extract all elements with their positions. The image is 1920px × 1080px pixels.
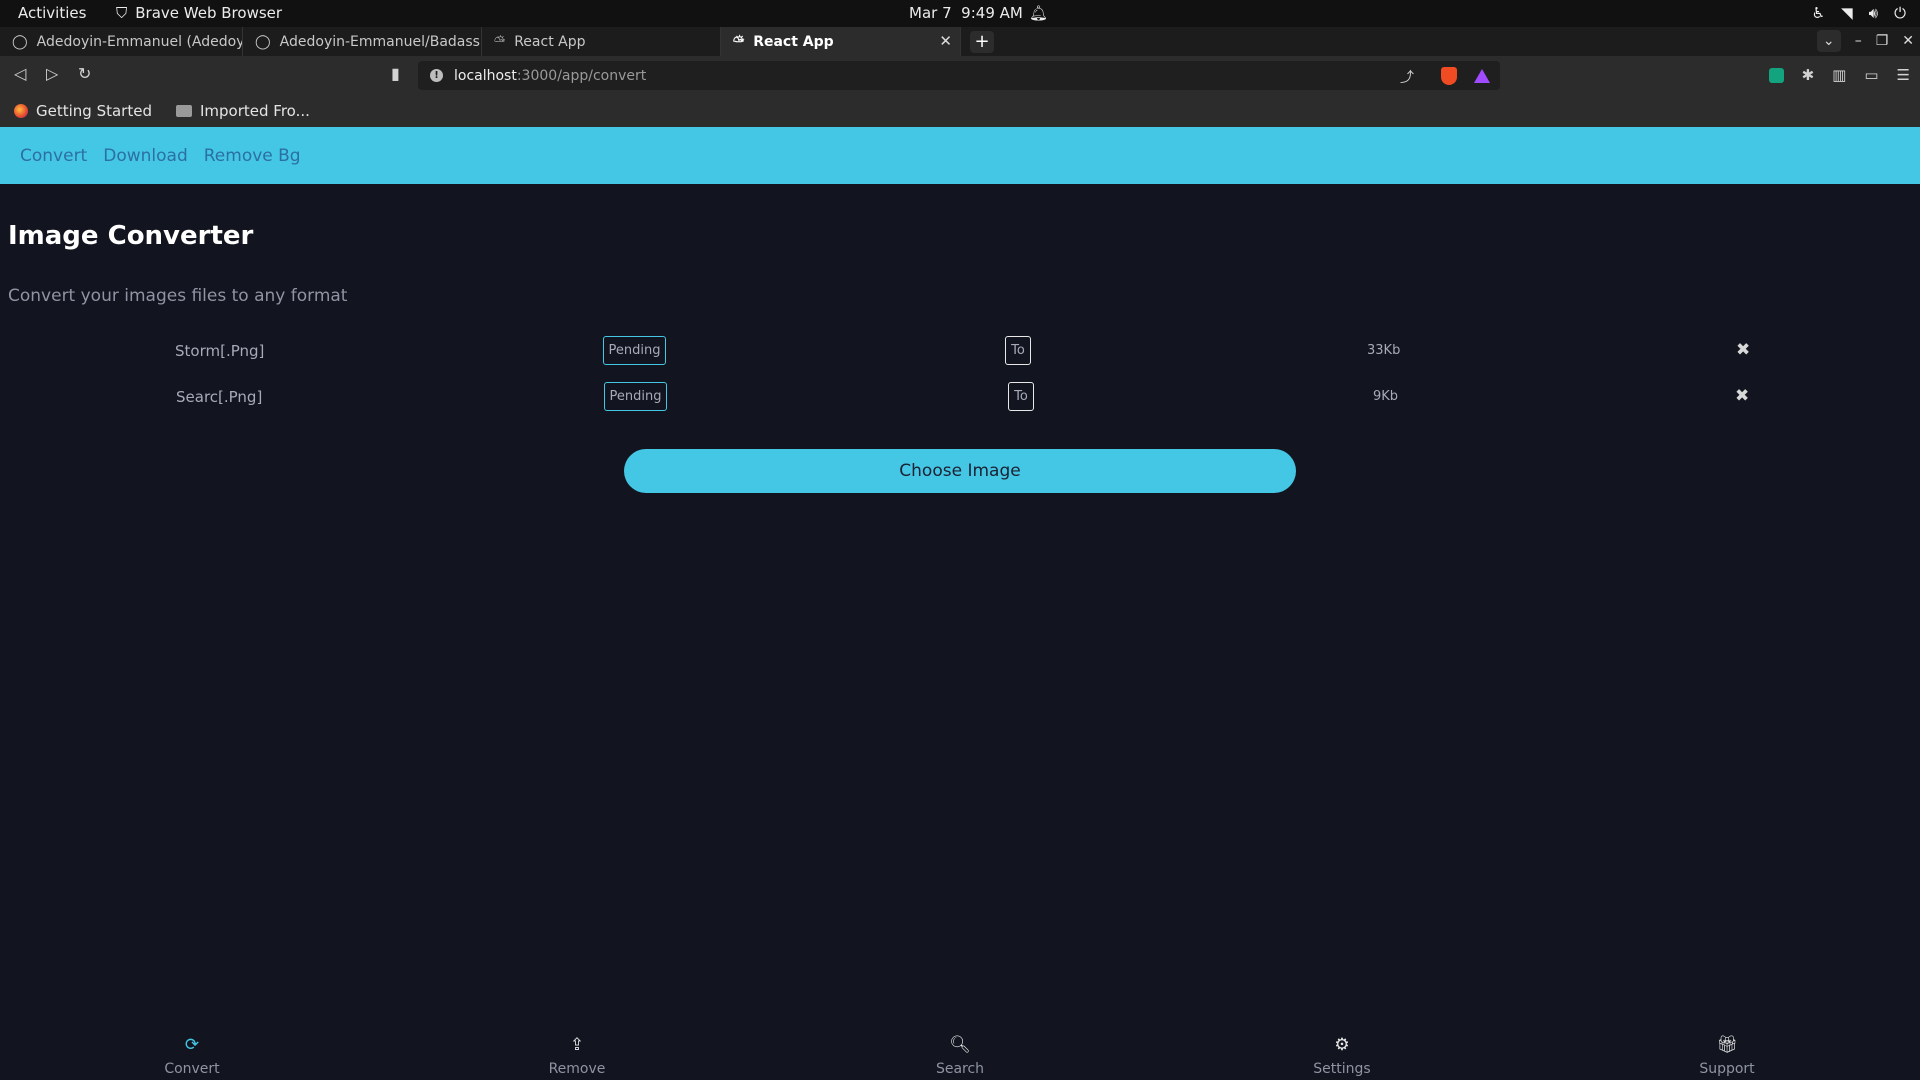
extension-icons: ✱ ▥ ▭ ☰ bbox=[1768, 66, 1910, 84]
bottom-nav-settings[interactable]: ⚙ Settings bbox=[1282, 1034, 1402, 1077]
github-icon: ◯ bbox=[12, 33, 28, 50]
tab-label: Adedoyin-Emmanuel (Adedoy bbox=[36, 33, 243, 50]
notification-bell-icon[interactable]: 🔔︎ bbox=[1029, 4, 1048, 22]
status-badge: Pending bbox=[603, 336, 666, 365]
activities-button[interactable]: Activities bbox=[18, 4, 86, 22]
address-bar[interactable]: ! localhost:3000/app/convert ⤴ bbox=[418, 61, 1500, 90]
file-size: 9Kb bbox=[1373, 389, 1399, 404]
tab-label: React App bbox=[514, 33, 586, 50]
gear-icon: ⚙ bbox=[1334, 1035, 1350, 1055]
page-title: Image Converter bbox=[8, 221, 254, 251]
file-name: Storm[.Png] bbox=[175, 342, 265, 360]
upload-icon: ⇪ bbox=[569, 1035, 585, 1055]
app-name-label: Brave Web Browser bbox=[135, 4, 283, 22]
system-tray[interactable]: ♿︎ ◥ 🔊︎ ⏻ bbox=[1812, 4, 1906, 22]
accessibility-icon[interactable]: ♿︎ bbox=[1812, 4, 1825, 22]
brave-rewards-icon[interactable] bbox=[1474, 69, 1490, 83]
close-tab-icon[interactable]: ✕ bbox=[939, 32, 952, 50]
clock[interactable]: Mar 7 9:49 AM bbox=[909, 4, 1023, 22]
react-favicon-icon: ⛅︎ bbox=[733, 33, 745, 50]
file-name: Searc[.Png] bbox=[176, 388, 263, 406]
firefox-icon bbox=[14, 104, 28, 118]
tab-react-app-1[interactable]: ⛅︎ React App bbox=[482, 27, 721, 56]
nav-convert-link[interactable]: Convert bbox=[20, 146, 87, 166]
share-icon[interactable]: ⤴ bbox=[1400, 67, 1414, 87]
bottom-nav-remove[interactable]: ⇪ Remove bbox=[517, 1034, 637, 1077]
new-tab-button[interactable]: + bbox=[970, 31, 994, 53]
file-size: 33Kb bbox=[1367, 343, 1401, 358]
extensions-puzzle-icon[interactable]: ✱ bbox=[1802, 66, 1815, 84]
close-window-icon[interactable]: ✕ bbox=[1902, 33, 1914, 49]
bookmarks-bar: Getting Started Imported Fro... bbox=[0, 95, 1920, 127]
choose-image-button[interactable]: Choose Image bbox=[624, 449, 1296, 493]
browser-toolbar: ◁ ▷ ↻ ▮ ! localhost:3000/app/convert ⤴ ✱… bbox=[0, 56, 1920, 95]
tab-label: Adedoyin-Emmanuel/Badass bbox=[279, 33, 480, 50]
grammarly-extension-icon[interactable] bbox=[1768, 67, 1784, 83]
bookmark-imported-folder[interactable]: Imported Fro... bbox=[175, 102, 310, 120]
search-icon: 🔍︎ bbox=[949, 1035, 971, 1055]
time-label: 9:49 AM bbox=[961, 4, 1023, 22]
file-row: Storm[.Png] Pending To 33Kb ✖ bbox=[0, 334, 1920, 368]
browser-tab-strip: ◯ Adedoyin-Emmanuel (Adedoy ◯ Adedoyin-E… bbox=[0, 27, 1920, 56]
react-favicon-icon: ⛅︎ bbox=[494, 33, 506, 50]
back-icon[interactable]: ◁ bbox=[14, 64, 26, 83]
refresh-icon: ⟳ bbox=[184, 1035, 200, 1055]
menu-icon[interactable]: ☰ bbox=[1897, 66, 1910, 84]
wifi-icon: ◥ bbox=[1841, 4, 1853, 22]
folder-icon bbox=[175, 105, 192, 117]
format-select-button[interactable]: To bbox=[1008, 382, 1034, 411]
file-row: Searc[.Png] Pending To 9Kb ✖ bbox=[1, 380, 1920, 414]
tab-label: React App bbox=[753, 33, 834, 50]
tab-github-1[interactable]: ◯ Adedoyin-Emmanuel (Adedoy bbox=[0, 27, 243, 56]
bookmark-icon[interactable]: ▮ bbox=[391, 64, 400, 83]
os-top-bar: Activities ⛉ Brave Web Browser Mar 7 9:4… bbox=[0, 0, 1920, 27]
bottom-nav-label: Search bbox=[935, 1061, 985, 1077]
bottom-navigation: ⟳ Convert ⇪ Remove 🔍︎ Search ⚙ Settings … bbox=[0, 1030, 1920, 1080]
bottom-nav-label: Settings bbox=[1313, 1061, 1371, 1077]
power-icon: ⏻ bbox=[1894, 4, 1906, 22]
bottom-nav-support[interactable]: 🎁︎ Support bbox=[1667, 1034, 1787, 1077]
bottom-nav-label: Remove bbox=[548, 1061, 606, 1077]
brave-logo-icon: ⛉ bbox=[116, 4, 128, 22]
minimize-icon[interactable]: – bbox=[1855, 33, 1862, 49]
app-menu[interactable]: ⛉ Brave Web Browser bbox=[116, 4, 282, 22]
remove-file-icon[interactable]: ✖ bbox=[1736, 340, 1750, 360]
nav-remove-bg-link[interactable]: Remove Bg bbox=[204, 146, 301, 166]
site-info-icon[interactable]: ! bbox=[430, 69, 443, 82]
github-icon: ◯ bbox=[255, 33, 271, 50]
window-controls: ⌄ – ❐ ✕ bbox=[1816, 30, 1914, 52]
restore-icon[interactable]: ❐ bbox=[1876, 33, 1889, 49]
bookmark-label: Imported Fro... bbox=[199, 102, 310, 120]
status-badge: Pending bbox=[604, 382, 667, 411]
page-subtitle: Convert your images files to any format bbox=[8, 286, 348, 306]
nav-download-link[interactable]: Download bbox=[103, 146, 188, 166]
wallet-icon[interactable]: ▭ bbox=[1864, 66, 1878, 84]
gift-icon: 🎁︎ bbox=[1716, 1035, 1738, 1055]
forward-icon[interactable]: ▷ bbox=[46, 64, 58, 83]
app-navbar: Convert Download Remove Bg bbox=[0, 127, 1920, 184]
format-select-button[interactable]: To bbox=[1005, 336, 1031, 365]
tab-react-app-active[interactable]: ⛅︎ React App ✕ bbox=[721, 27, 961, 56]
bottom-nav-label: Convert bbox=[164, 1061, 220, 1077]
date-label: Mar 7 bbox=[909, 4, 952, 22]
remove-file-icon[interactable]: ✖ bbox=[1735, 386, 1749, 406]
tab-search-dropdown-icon[interactable]: ⌄ bbox=[1816, 30, 1841, 52]
bookmark-getting-started[interactable]: Getting Started bbox=[14, 102, 152, 120]
volume-icon: 🔊︎ bbox=[1868, 4, 1879, 22]
reload-icon[interactable]: ↻ bbox=[78, 64, 91, 83]
sidebar-icon[interactable]: ▥ bbox=[1832, 66, 1846, 84]
bookmark-label: Getting Started bbox=[36, 102, 152, 120]
bottom-nav-convert[interactable]: ⟳ Convert bbox=[132, 1034, 252, 1077]
bottom-nav-search[interactable]: 🔍︎ Search bbox=[900, 1034, 1020, 1077]
brave-shields-icon[interactable] bbox=[1441, 67, 1457, 85]
tab-github-2[interactable]: ◯ Adedoyin-Emmanuel/Badass bbox=[243, 27, 482, 56]
bottom-nav-label: Support bbox=[1699, 1061, 1755, 1077]
url-host: localhost bbox=[454, 67, 517, 84]
url-text[interactable]: localhost:3000/app/convert bbox=[454, 68, 646, 84]
url-path: :3000/app/convert bbox=[516, 67, 647, 84]
